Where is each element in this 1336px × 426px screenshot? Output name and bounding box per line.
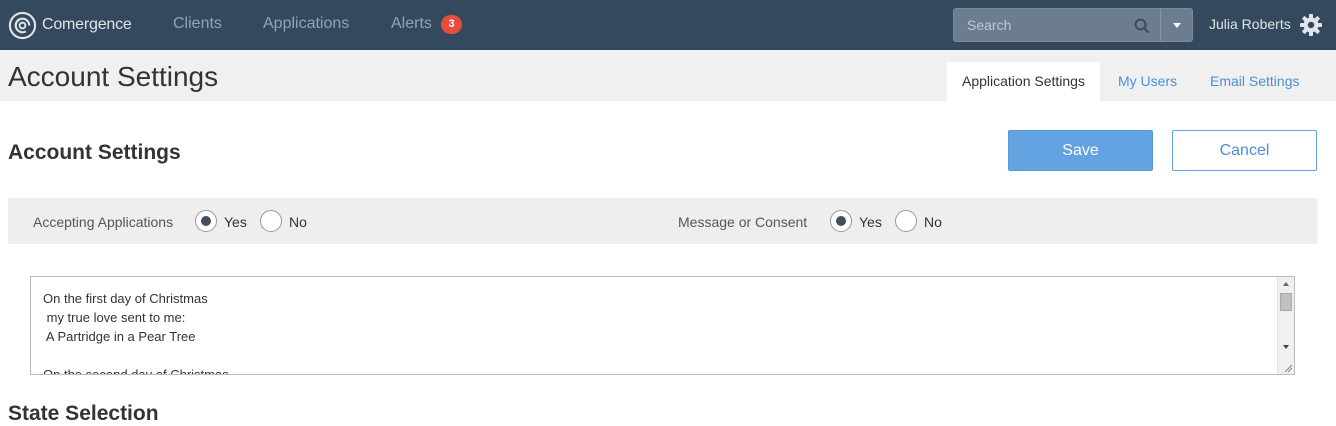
cancel-button[interactable]: Cancel: [1172, 130, 1317, 171]
consent-no-radio[interactable]: [895, 210, 917, 232]
options-bar: Accepting Applications Yes No Message or…: [8, 198, 1317, 244]
search-icon[interactable]: [1134, 18, 1150, 34]
scroll-thumb[interactable]: [1280, 293, 1292, 311]
tab-my-users[interactable]: My Users: [1103, 62, 1192, 101]
accepting-no-label[interactable]: No: [289, 214, 307, 230]
save-button[interactable]: Save: [1008, 130, 1153, 171]
chevron-down-icon[interactable]: [1161, 9, 1192, 41]
scroll-up-icon[interactable]: [1283, 282, 1289, 286]
search-box: [953, 8, 1193, 42]
nav-alerts[interactable]: Alerts: [391, 15, 432, 33]
consent-no-label[interactable]: No: [924, 214, 942, 230]
message-textarea[interactable]: On the first day of Christmas my true lo…: [30, 276, 1295, 375]
textarea-scrollbar[interactable]: [1277, 277, 1294, 374]
consent-yes-label[interactable]: Yes: [859, 214, 882, 230]
nav-clients[interactable]: Clients: [173, 15, 222, 33]
gear-icon[interactable]: [1299, 13, 1323, 37]
message-consent-label: Message or Consent: [678, 214, 808, 230]
brand[interactable]: Comergence: [8, 9, 132, 41]
top-navbar: Comergence Clients Applications Alerts 3…: [0, 0, 1336, 50]
tab-application-settings[interactable]: Application Settings: [947, 62, 1100, 101]
accepting-yes-label[interactable]: Yes: [224, 214, 247, 230]
alerts-count-badge[interactable]: 3: [441, 15, 462, 34]
section-title: Account Settings: [8, 141, 181, 164]
search-input[interactable]: [954, 9, 1159, 41]
resize-grip-icon[interactable]: [1283, 363, 1293, 373]
accepting-no-radio[interactable]: [260, 210, 282, 232]
brand-name: Comergence: [42, 16, 132, 33]
page-title: Account Settings: [8, 61, 219, 92]
accepting-yes-radio[interactable]: [195, 210, 217, 232]
tab-email-settings[interactable]: Email Settings: [1195, 62, 1314, 101]
state-selection-heading: State Selection: [8, 402, 159, 425]
accepting-applications-label: Accepting Applications: [33, 214, 174, 230]
page-header: Account Settings Application Settings My…: [0, 50, 1336, 101]
user-menu[interactable]: Julia Roberts: [1209, 16, 1291, 32]
scroll-down-icon[interactable]: [1283, 345, 1289, 349]
consent-yes-radio[interactable]: [830, 210, 852, 232]
comergence-logo-icon: [8, 11, 37, 39]
nav-applications[interactable]: Applications: [263, 15, 349, 33]
message-text[interactable]: On the first day of Christmas my true lo…: [43, 289, 1263, 374]
